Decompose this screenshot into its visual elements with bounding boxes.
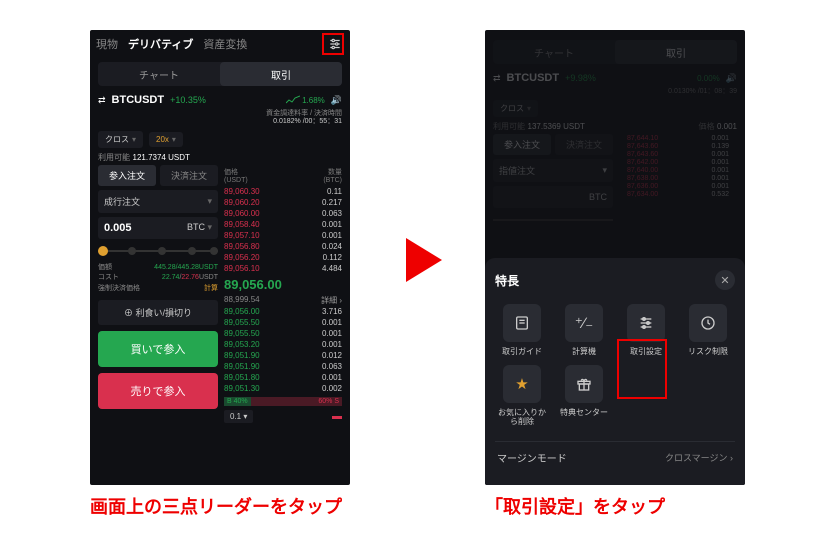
sheet-item-star[interactable]: ★お気に入りから削除 <box>495 365 549 427</box>
tab-derivatives[interactable]: デリバティブ <box>128 36 193 52</box>
tab-close-order[interactable]: 決済注文 <box>160 165 218 186</box>
r-funding: 0.0130% /01：08：39 <box>485 88 737 96</box>
ask-row[interactable]: 89,060.200.217 <box>224 197 342 208</box>
mid-price: 89,056.00 <box>224 274 342 295</box>
features-sheet: 特長 ✕ 取引ガイド⁺∕₋計算機取引設定リスク制限★お気に入りから削除特典センタ… <box>485 258 745 485</box>
price-step-selector[interactable]: 0.1 ▾ <box>224 410 253 423</box>
bid-row[interactable]: 89,055.500.001 <box>224 317 342 328</box>
r-seg-chart: チャート <box>493 40 615 64</box>
ask-row[interactable]: 89,060.000.063 <box>224 208 342 219</box>
guide-icon <box>503 304 541 342</box>
caption-left: 画面上の三点リーダーをタップ <box>90 496 342 519</box>
seg-trade[interactable]: 取引 <box>220 62 342 86</box>
bid-row[interactable]: 89,051.900.012 <box>224 350 342 361</box>
calc-liq-button[interactable]: 計算 <box>204 284 218 295</box>
r-seg-trade: 取引 <box>615 40 737 64</box>
available-value: 121.7374 USDT <box>133 153 190 162</box>
bid-row[interactable]: 89,051.800.001 <box>224 372 342 383</box>
ask-row[interactable]: 89,056.800.024 <box>224 241 342 252</box>
ask-row[interactable]: 89,060.300.11 <box>224 186 342 197</box>
r-pair-symbol: BTCUSDT <box>507 72 560 84</box>
ask-row[interactable]: 89,058.400.001 <box>224 219 342 230</box>
ask-row[interactable]: 89,056.104.484 <box>224 263 342 274</box>
tab-convert[interactable]: 資産変換 <box>203 36 247 52</box>
close-button[interactable]: ✕ <box>715 270 735 290</box>
calc-icon: ⁺∕₋ <box>565 304 603 342</box>
buy-button[interactable]: 買いで参入 <box>98 331 218 367</box>
quantity-input[interactable]: 0.005 BTC ▾ <box>98 217 218 239</box>
exchange-icon: ⇄ <box>98 95 106 106</box>
sheet-item-calc[interactable]: ⁺∕₋計算機 <box>557 304 611 357</box>
settings-icon <box>627 304 665 342</box>
pair-symbol[interactable]: BTCUSDT <box>112 94 165 106</box>
sell-button[interactable]: 売りで参入 <box>98 373 218 409</box>
tab-open-order[interactable]: 参入注文 <box>98 165 156 186</box>
margin-mode-row[interactable]: マージンモード クロスマージン › <box>495 441 735 473</box>
bid-row[interactable]: 89,051.900.063 <box>224 361 342 372</box>
r-pair-change: +9.98% <box>565 73 596 83</box>
index-price: 88,999.54 <box>224 295 260 306</box>
caption-right: 「取引設定」をタップ <box>485 496 665 519</box>
highlight-trade-settings <box>617 339 667 399</box>
estimate-info: 価額445.28/445.28USDT コスト22.74/22.76USDT 強… <box>98 263 218 295</box>
ask-row[interactable]: 89,057.100.001 <box>224 230 342 241</box>
sheet-item-guide[interactable]: 取引ガイド <box>495 304 549 357</box>
arrow-icon <box>406 238 442 282</box>
bid-row[interactable]: 89,055.500.001 <box>224 328 342 339</box>
bid-row[interactable]: 89,051.300.002 <box>224 383 342 394</box>
detail-link[interactable]: 詳細 › <box>321 295 342 306</box>
highlight-settings-icon <box>322 33 344 55</box>
sound-icon[interactable]: 🔊 <box>331 95 342 106</box>
available-label: 利用可能 <box>98 153 130 162</box>
pair-change: +10.35% <box>170 95 206 105</box>
quantity-slider[interactable] <box>98 245 218 257</box>
funding-info: 資金調達料率 / 決済時間 0.0182% /00：55：31 <box>90 110 350 129</box>
risk-icon <box>689 304 727 342</box>
tab-spot[interactable]: 現物 <box>96 36 118 52</box>
ask-row[interactable]: 89,056.200.112 <box>224 252 342 263</box>
margin-mode-selector[interactable]: クロス▾ <box>98 131 143 148</box>
orderbook-layout-icon[interactable]: ▬ <box>332 411 342 422</box>
sheet-title: 特長 <box>495 272 519 289</box>
gift-icon <box>565 365 603 403</box>
tpsl-button[interactable]: ⊕ 利食い/損切り <box>98 300 218 325</box>
bid-row[interactable]: 89,056.003.716 <box>224 306 342 317</box>
sheet-item-risk[interactable]: リスク制限 <box>681 304 735 357</box>
depth-ratio: B 40% 60% S <box>224 397 342 406</box>
orderbook-header: 価格(USDT) 数量(BTC) <box>224 165 342 186</box>
order-type-selector[interactable]: 成行注文▾ <box>98 190 218 213</box>
bid-row[interactable]: 89,053.200.001 <box>224 339 342 350</box>
mini-chart: 1.68% <box>286 95 325 105</box>
seg-chart[interactable]: チャート <box>98 62 220 86</box>
sheet-item-gift[interactable]: 特典センター <box>557 365 611 427</box>
star-icon: ★ <box>503 365 541 403</box>
leverage-selector[interactable]: 20x▾ <box>149 132 183 147</box>
